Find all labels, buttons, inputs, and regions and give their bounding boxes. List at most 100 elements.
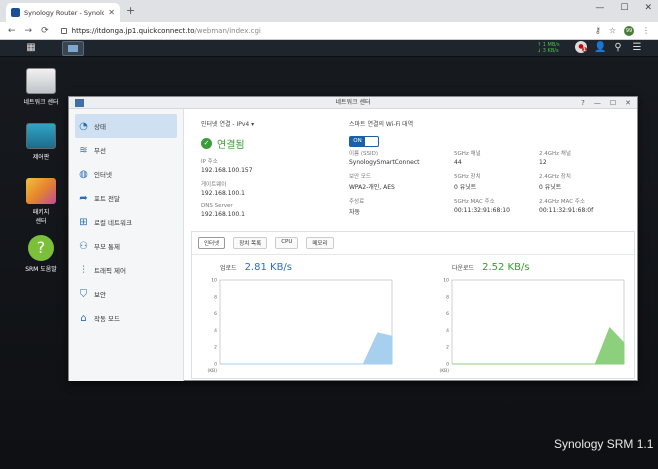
address-bar: ← → ⟳ https://itdonga.jp1.quickconnect.t… — [0, 22, 658, 40]
notification-count: 1 — [582, 47, 587, 52]
sidebar-item-port-forwarding[interactable]: ➦ 포트 전달 — [75, 186, 177, 210]
ch5-label: 5GHz 채널 — [454, 151, 481, 157]
y-tick-label: 4 — [446, 328, 449, 334]
sidebar-item-label: 로컬 네트워크 — [94, 219, 132, 227]
sidebar-item-local-network[interactable]: ⊞ 로컬 네트워크 — [75, 210, 177, 234]
synology-brand: Synology SRM 1.1 — [554, 437, 654, 451]
close-icon[interactable]: ✕ — [625, 97, 631, 109]
router-icon: ⌂ — [80, 312, 87, 324]
srm-taskbar: ▦ ↑ 1 MB/s ↓ 3 KB/s ● 1 👤 ⚲ ☰ — [0, 40, 658, 57]
y-tick-label: 10 — [443, 278, 449, 284]
back-icon[interactable]: ← — [8, 26, 16, 36]
key-icon[interactable]: ⚷ — [595, 26, 601, 35]
synology-favicon-icon — [11, 8, 20, 17]
ch5-value: 44 — [454, 159, 462, 166]
ch24-value: 12 — [539, 159, 547, 166]
security-value: WPA2-개인, AES — [349, 184, 395, 191]
wifi-section: 스마트 연결의 Wi-Fi 대역 ON 이름 (SSID) SynologySma… — [349, 119, 635, 216]
y-tick-label: 8 — [214, 294, 217, 300]
sidebar-item-label: 부모 통제 — [94, 243, 120, 251]
url-field[interactable]: https://itdonga.jp1.quickconnect.to/webm… — [60, 24, 595, 37]
dev5-value: 0 유닛트 — [454, 184, 477, 191]
y-tick-label: 6 — [446, 311, 449, 317]
sidebar-item-label: 무선 — [94, 147, 106, 155]
plot-frame — [219, 279, 393, 365]
traffic-charts: 1086420(KB)1086420(KB) — [207, 278, 625, 374]
network-center-window: 네트워크 센터 ? — ☐ ✕ ◔ 상태 ≋ 무선 ◍ 인터넷 ➦ 포트 전달 ⊞ 로컬 … — [68, 96, 638, 381]
star-icon[interactable]: ☆ — [609, 26, 616, 35]
control-panel-icon — [26, 123, 56, 149]
sidebar: ◔ 상태 ≋ 무선 ◍ 인터넷 ➦ 포트 전달 ⊞ 로컬 네트워크 ⚇ 부모 통제 ⫶ 트래픽… — [69, 109, 184, 381]
main-menu-icon[interactable]: ▦ — [24, 42, 38, 54]
search-icon[interactable]: ⚲ — [612, 42, 624, 54]
mac5-label: 5GHz MAC 주소 — [454, 199, 495, 205]
url-path: /webman/index.cgi — [194, 26, 261, 35]
y-tick-label: 10 — [211, 278, 217, 284]
ssid-value: SynologySmartConnect — [349, 159, 420, 166]
wifi-header: 스마트 연결의 Wi-Fi 대역 — [349, 121, 414, 128]
menu-icon[interactable]: ⋮ — [642, 26, 650, 35]
ip-label: IP 주소 — [201, 159, 218, 165]
dev24-label: 2.4GHz 장치 — [539, 174, 571, 180]
smart-connect-toggle[interactable]: ON — [349, 136, 379, 147]
window-titlebar[interactable]: 네트워크 센터 ? — ☐ ✕ — [69, 97, 637, 109]
taskbar-network-center-icon[interactable] — [62, 41, 84, 56]
minimize-icon[interactable]: — — [595, 3, 604, 13]
family-icon: ⚇ — [79, 240, 88, 252]
ssid-label: 이름 (SSID) — [349, 151, 378, 157]
desktop-icon-control-panel[interactable]: 제어판 — [11, 123, 71, 161]
mac24-value: 00:11:32:91:68:0f — [539, 207, 594, 214]
minimize-icon[interactable]: — — [594, 97, 601, 109]
forward-icon[interactable]: → — [25, 26, 33, 36]
sidebar-item-wireless[interactable]: ≋ 무선 — [75, 138, 177, 162]
y-tick-label: 2 — [214, 345, 217, 351]
sidebar-item-traffic-control[interactable]: ⫶ 트래픽 제어 — [75, 258, 177, 282]
desktop-icon-srm-help[interactable]: ? SRM 도움말 — [11, 235, 71, 273]
sidebar-item-label: 상태 — [94, 123, 106, 131]
help-icon: ? — [28, 235, 54, 261]
desktop-icon-label: SRM 도움말 — [25, 266, 57, 273]
package-icon — [26, 178, 56, 204]
new-tab-button[interactable]: + — [126, 4, 135, 17]
desktop-icon-label: 패키지 센터 — [32, 209, 50, 225]
y-unit-label: (KB) — [207, 368, 217, 374]
y-tick-label: 0 — [446, 362, 449, 368]
sidebar-item-internet[interactable]: ◍ 인터넷 — [75, 162, 177, 186]
widgets-icon[interactable]: ☰ — [631, 42, 643, 54]
desktop-icon-package-center[interactable]: 패키지 센터 — [11, 178, 71, 225]
y-tick-label: 2 — [446, 345, 449, 351]
sidebar-item-security[interactable]: ⛉ 보안 — [75, 282, 177, 306]
desktop-icon-network-center[interactable]: 네트워크 센터 — [11, 68, 71, 106]
sidebar-item-parental-control[interactable]: ⚇ 부모 통제 — [75, 234, 177, 258]
dns-label: DNS Server — [201, 203, 233, 209]
speed-indicator: ↑ 1 MB/s ↓ 3 KB/s — [537, 42, 560, 54]
mac24-label: 2.4GHz MAC 주소 — [539, 199, 585, 205]
dev24-value: 0 유닛트 — [539, 184, 562, 191]
maximize-icon[interactable]: ☐ — [610, 97, 616, 109]
help-icon[interactable]: ? — [581, 97, 585, 109]
maximize-icon[interactable]: ☐ — [620, 3, 628, 13]
close-window-icon[interactable]: ✕ — [644, 3, 652, 13]
mode-value: 자동 — [349, 209, 361, 216]
check-icon: ✓ — [201, 138, 212, 149]
user-icon[interactable]: 👤 — [594, 42, 606, 54]
dev5-label: 5GHz 장치 — [454, 174, 481, 180]
notification-icon[interactable]: ● 1 — [575, 41, 587, 53]
reload-icon[interactable]: ⟳ — [41, 26, 49, 36]
y-tick-label: 8 — [446, 294, 449, 300]
dns-value: 192.168.100.1 — [201, 211, 245, 218]
y-tick-label: 0 — [214, 362, 217, 368]
network-icon: ⊞ — [79, 216, 88, 228]
internet-header[interactable]: 인터넷 연결 - IPv4 ▾ — [201, 119, 331, 128]
speed-down: 3 KB/s — [542, 48, 559, 54]
close-tab-icon[interactable]: ✕ — [108, 8, 115, 17]
tab-title: Synology Router - SynologyRo... — [24, 8, 105, 17]
plot-frame — [451, 279, 625, 365]
sidebar-item-operation-mode[interactable]: ⌂ 작동 모드 — [75, 306, 177, 330]
mac5-value: 00:11:32:91:68:10 — [454, 207, 510, 214]
profile-avatar[interactable]: 99 — [624, 25, 634, 36]
browser-tab[interactable]: Synology Router - SynologyRo... ✕ — [6, 3, 120, 22]
sidebar-item-status[interactable]: ◔ 상태 — [75, 114, 177, 138]
lock-icon — [60, 27, 67, 34]
browser-tab-strip: Synology Router - SynologyRo... ✕ + — ☐ … — [0, 0, 658, 22]
